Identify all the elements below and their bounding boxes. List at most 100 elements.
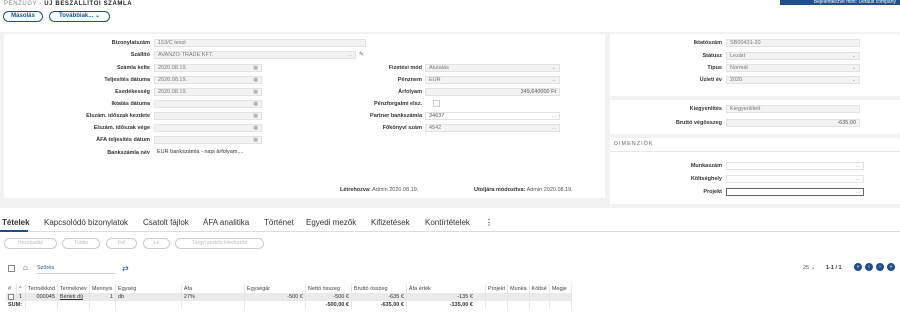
calendar-icon[interactable]: ▦: [253, 137, 258, 143]
col-gross[interactable]: Bruttó összeg: [351, 284, 407, 293]
supplier-label: Szállító: [130, 52, 150, 58]
items-table: # ^ Termékkód Terméknév Mennyis Egység Á…: [6, 284, 572, 309]
cash-accounting-label: Pénzforgalmi elsz.: [374, 101, 422, 107]
chevron-down-icon: ⌄: [551, 65, 556, 71]
col-cost-center[interactable]: Költsé: [529, 284, 550, 293]
period-end-input[interactable]: ▦: [154, 124, 262, 132]
table-toolbar: ⌂ Szűrés ⇄ 25 ⌄ 1-1 / 1: [0, 262, 900, 276]
cash-accounting-checkbox[interactable]: [433, 100, 440, 107]
tab-vat-analytics[interactable]: ÁFA analitika: [203, 218, 249, 227]
gross-final-label: Bruttó végösszeg: [675, 120, 722, 126]
ledger-number-input[interactable]: 4542...: [425, 124, 560, 132]
table-row[interactable]: 1 000045 Bérleti díj 1 db 27% -500 € -50…: [6, 293, 572, 301]
col-net[interactable]: Nettó összeg: [305, 284, 352, 293]
ellipsis-icon[interactable]: ...: [552, 125, 556, 131]
calendar-icon[interactable]: ▦: [253, 125, 258, 131]
col-vat[interactable]: Áfa: [181, 284, 245, 293]
col-note[interactable]: Megje: [549, 284, 572, 293]
due-date-label: Esedékesség: [115, 89, 150, 95]
col-unit[interactable]: Egység: [115, 284, 182, 293]
tab-items[interactable]: Tételek: [2, 218, 30, 227]
period-start-input[interactable]: ▦: [154, 112, 262, 120]
document-number-input[interactable]: 153/C teszt: [154, 39, 366, 47]
add-item-button[interactable]: Hozzáadás: [4, 238, 57, 249]
last-page-icon[interactable]: »: [887, 263, 895, 271]
col-worksite[interactable]: Munka: [507, 284, 530, 293]
prev-page-icon[interactable]: ‹: [865, 263, 873, 271]
filing-number-input[interactable]: SB00431-20: [726, 39, 860, 47]
filing-number-label: Iktatószám: [693, 40, 722, 46]
status-panel: Iktatószám SB00431-20 Státusz Lezárt ⌄ Tí…: [610, 34, 900, 96]
col-unit-price[interactable]: Egységár: [244, 284, 306, 293]
project-input[interactable]: ...: [726, 188, 864, 196]
user-info: Bejelentkezve mint: Default company: [780, 0, 900, 5]
ellipsis-icon[interactable]: ...: [348, 52, 352, 58]
calendar-icon[interactable]: ▦: [253, 89, 258, 95]
ellipsis-icon[interactable]: ...: [856, 176, 860, 182]
ellipsis-icon[interactable]: ...: [856, 189, 860, 195]
tab-account-items[interactable]: Kontírtételek: [425, 218, 470, 227]
type-select[interactable]: Normál ⌄: [726, 64, 860, 72]
document-number-label: Bizonylatszám: [111, 40, 150, 46]
table-header: # ^ Termékkód Terméknév Mennyis Egység Á…: [6, 284, 572, 293]
cost-center-input[interactable]: ...: [726, 175, 864, 183]
col-number: #: [6, 284, 17, 293]
tab-payments[interactable]: Kifizetések: [371, 218, 410, 227]
calendar-icon[interactable]: ▦: [253, 77, 258, 83]
tab-attachments[interactable]: Csatolt fájlok: [143, 218, 189, 227]
worksite-input[interactable]: ...: [726, 162, 864, 170]
due-date-input[interactable]: 2020.08.19. ▦: [154, 88, 262, 96]
ledger-number-label: Főkönyvi szám: [382, 125, 422, 131]
payment-method-select[interactable]: Átutalás ⌄: [425, 64, 560, 72]
top-bar: PÉNZÜGY - ÚJ BESZÁLLÍTÓI SZÁMLA Bejelent…: [0, 0, 900, 26]
filing-date-input[interactable]: ▦: [154, 100, 262, 108]
vat-date-label: ÁFA teljesítés dátum: [96, 137, 150, 143]
row-gross: -635 €: [351, 293, 407, 301]
columns-icon[interactable]: ⇄: [122, 264, 129, 273]
calendar-icon[interactable]: ▦: [253, 101, 258, 107]
row-name[interactable]: Bérleti díj: [57, 293, 90, 301]
select-all-checkbox[interactable]: [8, 265, 15, 272]
settlement-input[interactable]: Kiegyenlített: [726, 105, 860, 113]
supplier-input[interactable]: AVANZO-TRADE KFT....: [154, 51, 356, 59]
next-page-icon[interactable]: ›: [876, 263, 884, 271]
edit-icon[interactable]: ✎: [359, 51, 364, 58]
issue-date-input[interactable]: 2020.08.19. ▦: [154, 64, 262, 72]
delete-item-button[interactable]: Törlés: [62, 238, 100, 249]
bank-account-name-value[interactable]: EUR bankszámla - napi árfolyam,...: [154, 149, 262, 157]
col-product-name[interactable]: Terméknév: [57, 284, 90, 293]
row-unit: db: [115, 293, 182, 301]
col-quantity[interactable]: Mennyis: [89, 284, 116, 293]
more-vertical-icon[interactable]: ⋮: [485, 218, 493, 227]
copy-button[interactable]: Másolás: [3, 11, 43, 22]
tab-history[interactable]: Történet: [264, 218, 294, 227]
move-up-button[interactable]: Fel: [106, 238, 137, 249]
more-button[interactable]: Továbbiak... ⌄: [49, 11, 110, 22]
fiscal-year-select[interactable]: 2020 ⌄: [726, 76, 860, 84]
move-down-button[interactable]: Le: [143, 238, 170, 249]
calendar-icon[interactable]: ▦: [253, 113, 258, 119]
row-vat: 27%: [181, 293, 245, 301]
tab-custom-fields[interactable]: Egyedi mezők: [306, 218, 356, 227]
first-page-icon[interactable]: «: [854, 263, 862, 271]
calendar-icon[interactable]: ▦: [253, 65, 258, 71]
row-checkbox[interactable]: [8, 293, 14, 300]
ellipsis-icon[interactable]: ...: [856, 163, 860, 169]
create-asset-button[interactable]: Tárgyi eszköz létrehozás: [175, 238, 264, 249]
col-product-code[interactable]: Termékkód: [25, 284, 58, 293]
vat-date-input[interactable]: ▦: [154, 136, 262, 144]
col-project[interactable]: Projekt: [485, 284, 509, 293]
exchange-rate-input[interactable]: 349,640000 Ft: [425, 88, 560, 96]
status-select[interactable]: Lezárt ⌄: [726, 52, 860, 60]
page-size-select[interactable]: 25 ⌄: [803, 265, 815, 271]
ellipsis-icon[interactable]: ...: [552, 113, 556, 119]
col-vat-value[interactable]: Áfa érték: [406, 284, 486, 293]
filter-input[interactable]: Szűrés: [37, 265, 115, 274]
filter-icon[interactable]: ⌂: [23, 263, 28, 272]
currency-select[interactable]: EUR ⌄: [425, 76, 560, 84]
partner-bank-input[interactable]: 34637...: [425, 112, 560, 120]
tab-related-documents[interactable]: Kapcsolódó bizonylatok: [44, 218, 128, 227]
gross-final-input[interactable]: -635,00: [726, 119, 860, 127]
col-sort[interactable]: ^: [16, 284, 26, 293]
fulfillment-date-input[interactable]: 2020.08.19. ▦: [154, 76, 262, 84]
